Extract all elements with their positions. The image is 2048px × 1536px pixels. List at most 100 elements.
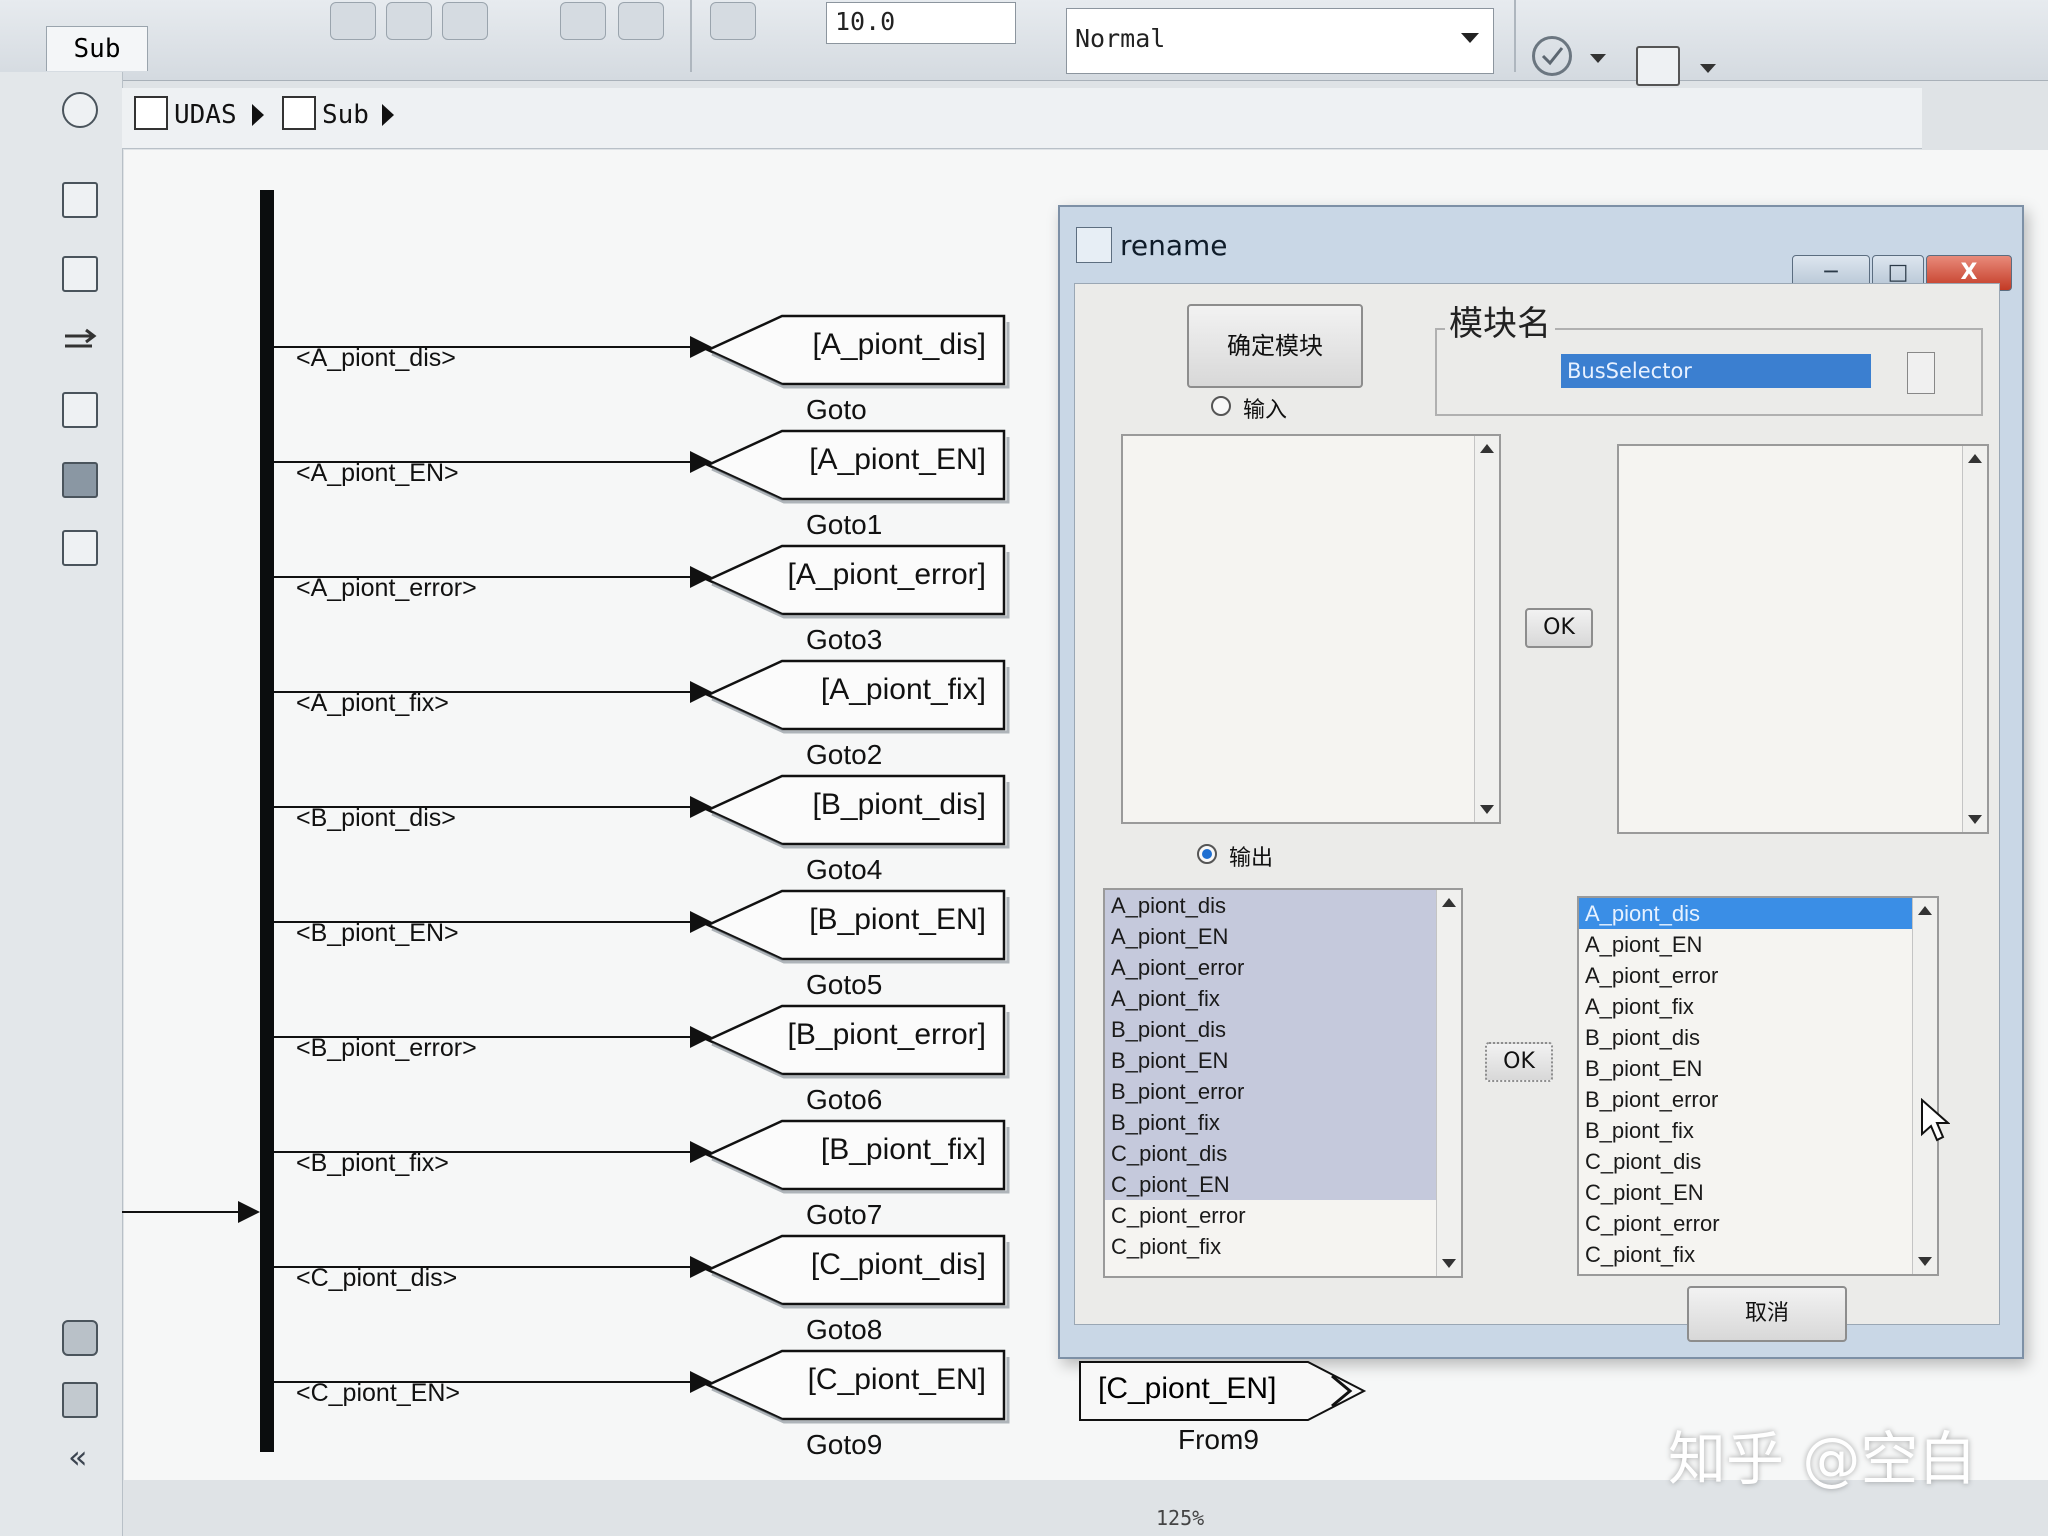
goto-block[interactable]: [A_piont_EN] [704, 429, 1014, 504]
signal-label[interactable]: <B_piont_error> [296, 1034, 477, 1063]
goto-block[interactable]: [B_piont_error] [704, 1004, 1014, 1079]
cancel-button[interactable]: 取消 [1687, 1286, 1847, 1342]
goto-block[interactable]: [A_piont_fix] [704, 659, 1014, 734]
list-item[interactable]: A_piont_EN [1105, 921, 1461, 952]
signal-label[interactable]: <B_piont_EN> [296, 919, 459, 948]
block-name-spinner[interactable] [1907, 352, 1935, 394]
list-item[interactable]: A_piont_dis [1105, 890, 1461, 921]
input-radio[interactable] [1211, 396, 1231, 416]
mouse-cursor-icon [1920, 1097, 1951, 1146]
breadcrumb-item[interactable]: Sub [322, 100, 369, 130]
signal-label[interactable]: <C_piont_dis> [296, 1264, 457, 1293]
list-item[interactable]: C_piont_error [1105, 1200, 1461, 1231]
signal-label[interactable]: <C_piont_EN> [296, 1379, 460, 1408]
list-item[interactable]: B_piont_dis [1105, 1014, 1461, 1045]
rename-dialog: rename ─ □ X 确定模块 模块名 BusSelector 输入 OK … [1058, 205, 2024, 1359]
list-item[interactable]: B_piont_error [1579, 1084, 1937, 1115]
run-icon[interactable] [560, 2, 606, 40]
scrollbar[interactable] [1962, 446, 1987, 832]
zoom-icon[interactable] [62, 182, 98, 218]
rectangle-icon[interactable] [62, 530, 98, 566]
check-model-icon[interactable] [1532, 36, 1572, 76]
goto-block[interactable]: [C_piont_EN] [704, 1349, 1014, 1424]
collapse-icon[interactable]: « [68, 1438, 88, 1476]
goto-block[interactable]: [C_piont_dis] [704, 1234, 1014, 1309]
camera-icon[interactable] [62, 1320, 98, 1356]
stop-icon[interactable] [618, 2, 664, 40]
goto-block[interactable]: [B_piont_fix] [704, 1119, 1014, 1194]
annotation-icon[interactable] [62, 392, 98, 428]
list-item[interactable]: B_piont_fix [1579, 1115, 1937, 1146]
from-block[interactable]: [C_piont_EN] [1078, 1360, 1368, 1422]
list-item[interactable]: B_piont_dis [1579, 1022, 1937, 1053]
hide-browser-icon[interactable] [62, 92, 98, 128]
signal-label[interactable]: <A_piont_EN> [296, 459, 459, 488]
list-item[interactable]: B_piont_EN [1579, 1053, 1937, 1084]
signal-label[interactable]: <B_piont_dis> [296, 804, 456, 833]
library-icon[interactable] [386, 2, 432, 40]
tab-sub[interactable]: Sub [46, 26, 148, 71]
sim-mode-select[interactable]: Normal [1066, 8, 1494, 74]
output-right-listbox[interactable]: A_piont_dis A_piont_EN A_piont_error A_pion… [1577, 896, 1939, 1276]
list-item[interactable]: A_piont_error [1579, 960, 1937, 991]
edit-icon[interactable] [710, 2, 756, 40]
bus-input-arrowhead [238, 1201, 260, 1223]
goto-block[interactable]: [A_piont_dis] [704, 314, 1014, 389]
goto-tag: [A_piont_EN] [809, 443, 986, 476]
goto-block-name: Goto9 [806, 1429, 883, 1460]
signal-label[interactable]: <A_piont_error> [296, 574, 477, 603]
breadcrumb-item[interactable]: UDAS [174, 100, 237, 130]
sim-stop-time-input[interactable]: 10.0 [826, 2, 1016, 44]
list-item[interactable]: C_piont_fix [1105, 1231, 1461, 1262]
signal-label[interactable]: <A_piont_dis> [296, 344, 456, 373]
scrollbar[interactable] [1474, 436, 1499, 822]
list-item[interactable]: B_piont_error [1105, 1076, 1461, 1107]
goto-block[interactable]: [B_piont_dis] [704, 774, 1014, 849]
chevron-down-icon[interactable] [1700, 64, 1716, 73]
goto-tag: [A_piont_fix] [820, 673, 986, 706]
output-radio[interactable] [1197, 844, 1217, 864]
confirm-block-button[interactable]: 确定模块 [1187, 304, 1363, 388]
input-right-listbox[interactable] [1617, 444, 1989, 834]
dialog-title: rename [1120, 229, 1228, 262]
input-left-listbox[interactable] [1121, 434, 1501, 824]
output-left-items: A_piont_dis A_piont_EN A_piont_error A_pion… [1105, 890, 1461, 1262]
list-item[interactable]: C_piont_fix [1579, 1239, 1937, 1270]
arrow-icon[interactable] [62, 324, 98, 360]
scrollbar[interactable] [1436, 890, 1461, 1276]
image-icon[interactable] [62, 462, 98, 498]
list-item[interactable]: A_piont_dis [1579, 898, 1937, 929]
list-item[interactable]: A_piont_fix [1105, 983, 1461, 1014]
step-back-icon[interactable] [442, 2, 488, 40]
breadcrumb-arrow-icon [382, 104, 394, 126]
goto-tag: [A_piont_dis] [812, 328, 986, 361]
list-item[interactable]: C_piont_dis [1105, 1138, 1461, 1169]
output-left-listbox[interactable]: A_piont_dis A_piont_EN A_piont_error A_pion… [1103, 888, 1463, 1278]
signal-label[interactable]: <B_piont_fix> [296, 1149, 449, 1178]
list-item[interactable]: C_piont_EN [1579, 1177, 1937, 1208]
goto-block[interactable]: [B_piont_EN] [704, 889, 1014, 964]
ok-button-input[interactable]: OK [1525, 608, 1593, 648]
goto-tag: [B_piont_error] [787, 1018, 986, 1051]
bus-selector-block[interactable] [260, 190, 274, 1452]
list-item[interactable]: A_piont_error [1105, 952, 1461, 983]
goto-block[interactable]: [A_piont_error] [704, 544, 1014, 619]
back-icon[interactable] [330, 2, 376, 40]
list-item[interactable]: B_piont_fix [1105, 1107, 1461, 1138]
block-name-listbox[interactable]: BusSelector [1561, 354, 1871, 388]
fit-view-icon[interactable] [62, 256, 98, 292]
signal-label[interactable]: <A_piont_fix> [296, 689, 449, 718]
block-name-group-label: 模块名 [1445, 296, 1555, 345]
ok-button-output[interactable]: OK [1485, 1042, 1553, 1082]
list-item[interactable]: C_piont_error [1579, 1208, 1937, 1239]
list-item[interactable]: C_piont_EN [1105, 1169, 1461, 1200]
scrollbar[interactable] [1912, 898, 1937, 1274]
list-item[interactable]: B_piont_EN [1105, 1045, 1461, 1076]
list-item[interactable]: C_piont_dis [1579, 1146, 1937, 1177]
list-item[interactable]: A_piont_fix [1579, 991, 1937, 1022]
goto-block-name: Goto2 [806, 739, 883, 770]
report-icon[interactable] [62, 1382, 98, 1418]
list-item[interactable]: A_piont_EN [1579, 929, 1937, 960]
chevron-down-icon[interactable] [1590, 54, 1606, 63]
build-icon[interactable] [1636, 46, 1680, 86]
